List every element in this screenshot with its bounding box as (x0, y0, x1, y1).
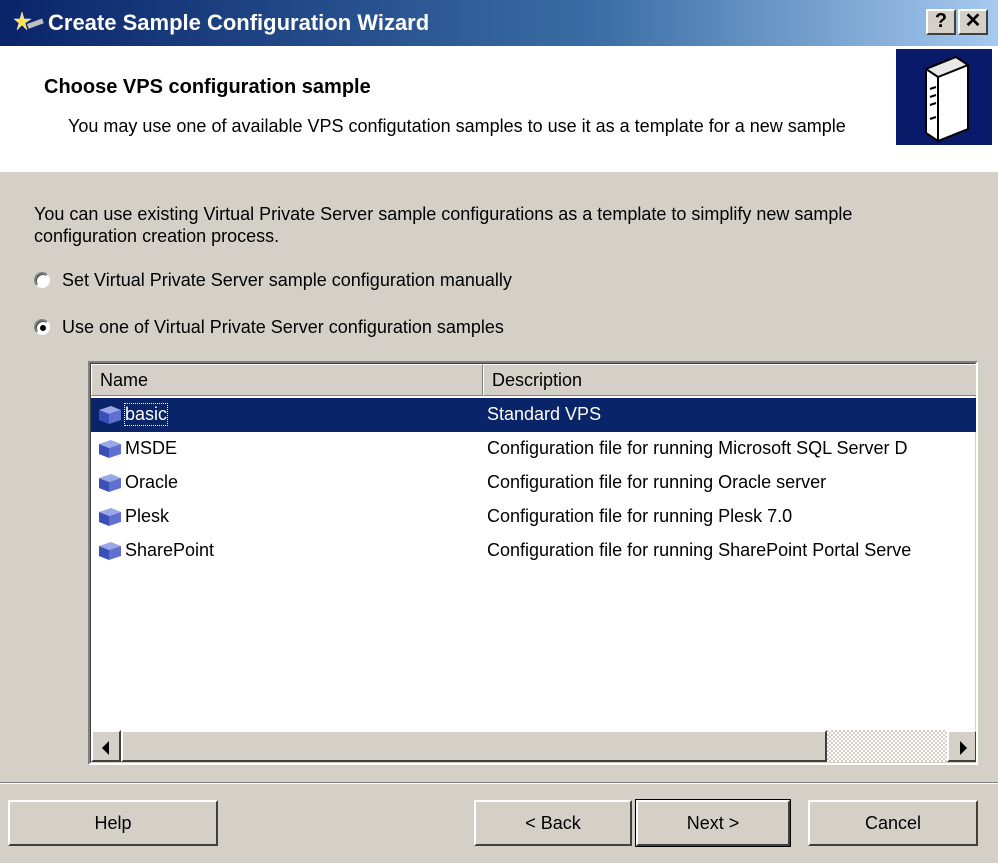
header-separator (0, 170, 998, 172)
help-button[interactable]: Help (8, 800, 218, 846)
list-row-msde[interactable]: MSDE Configuration file for running Micr… (91, 432, 976, 466)
manual-config-option[interactable]: Set Virtual Private Server sample config… (34, 268, 512, 292)
arrow-right-icon (960, 741, 967, 755)
row-name: SharePoint (125, 540, 215, 560)
close-button[interactable]: ✕ (958, 9, 988, 35)
radio-use-sample[interactable] (34, 319, 50, 335)
list-row-sharepoint[interactable]: SharePoint Configuration file for runnin… (91, 534, 976, 568)
close-icon: ✕ (964, 10, 982, 32)
scrollbar-thumb[interactable] (121, 730, 827, 762)
row-description: Configuration file for running SharePoin… (487, 540, 912, 560)
bottom-separator (0, 782, 998, 784)
wizard-sparkle-icon (14, 11, 44, 31)
row-name: MSDE (125, 438, 178, 458)
samples-list-frame: Name Description basic Standard VPS MSDE… (90, 363, 976, 763)
page-title: Choose VPS configuration sample (44, 76, 371, 98)
row-name: basic (123, 403, 169, 426)
arrow-left-icon (102, 741, 109, 755)
page-description: You may use one of available VPS configu… (68, 116, 846, 136)
title-bar[interactable]: Create Sample Configuration Wizard ? ✕ (0, 0, 998, 46)
next-button[interactable]: Next > (635, 799, 791, 847)
config-sample-icon (99, 542, 121, 560)
config-sample-icon (99, 440, 121, 458)
column-header-name[interactable]: Name (91, 364, 483, 396)
wizard-header: Choose VPS configuration sample You may … (0, 46, 998, 171)
row-description: Configuration file for running Microsoft… (487, 438, 908, 458)
list-row-plesk[interactable]: Plesk Configuration file for running Ple… (91, 500, 976, 534)
server-icon (896, 49, 992, 145)
use-sample-option[interactable]: Use one of Virtual Private Server config… (34, 315, 504, 339)
radio-use-sample-label: Use one of Virtual Private Server config… (62, 316, 504, 337)
config-sample-icon (99, 474, 121, 492)
help-title-button[interactable]: ? (926, 9, 956, 35)
radio-manual-label: Set Virtual Private Server sample config… (62, 269, 512, 290)
row-name: Oracle (125, 472, 179, 492)
radio-manual[interactable] (34, 272, 50, 288)
column-header-description[interactable]: Description (483, 364, 976, 396)
config-sample-icon (99, 406, 121, 424)
config-sample-icon (99, 508, 121, 526)
window-title: Create Sample Configuration Wizard (48, 10, 430, 35)
back-button[interactable]: < Back (474, 800, 632, 846)
row-description: Standard VPS (487, 404, 602, 424)
scroll-right-button[interactable] (947, 730, 976, 762)
horizontal-scrollbar[interactable] (91, 730, 976, 762)
samples-list[interactable]: Name Description basic Standard VPS MSDE… (88, 361, 978, 765)
list-row-basic[interactable]: basic Standard VPS (91, 398, 976, 432)
scroll-left-button[interactable] (91, 730, 121, 762)
row-name: Plesk (125, 506, 170, 526)
question-mark-icon: ? (934, 10, 948, 32)
intro-text: You can use existing Virtual Private Ser… (34, 204, 853, 246)
cancel-button[interactable]: Cancel (808, 800, 978, 846)
row-description: Configuration file for running Oracle se… (487, 472, 827, 492)
list-row-oracle[interactable]: Oracle Configuration file for running Or… (91, 466, 976, 500)
row-description: Configuration file for running Plesk 7.0 (487, 506, 793, 526)
wizard-window: Create Sample Configuration Wizard ? ✕ C… (0, 0, 998, 863)
